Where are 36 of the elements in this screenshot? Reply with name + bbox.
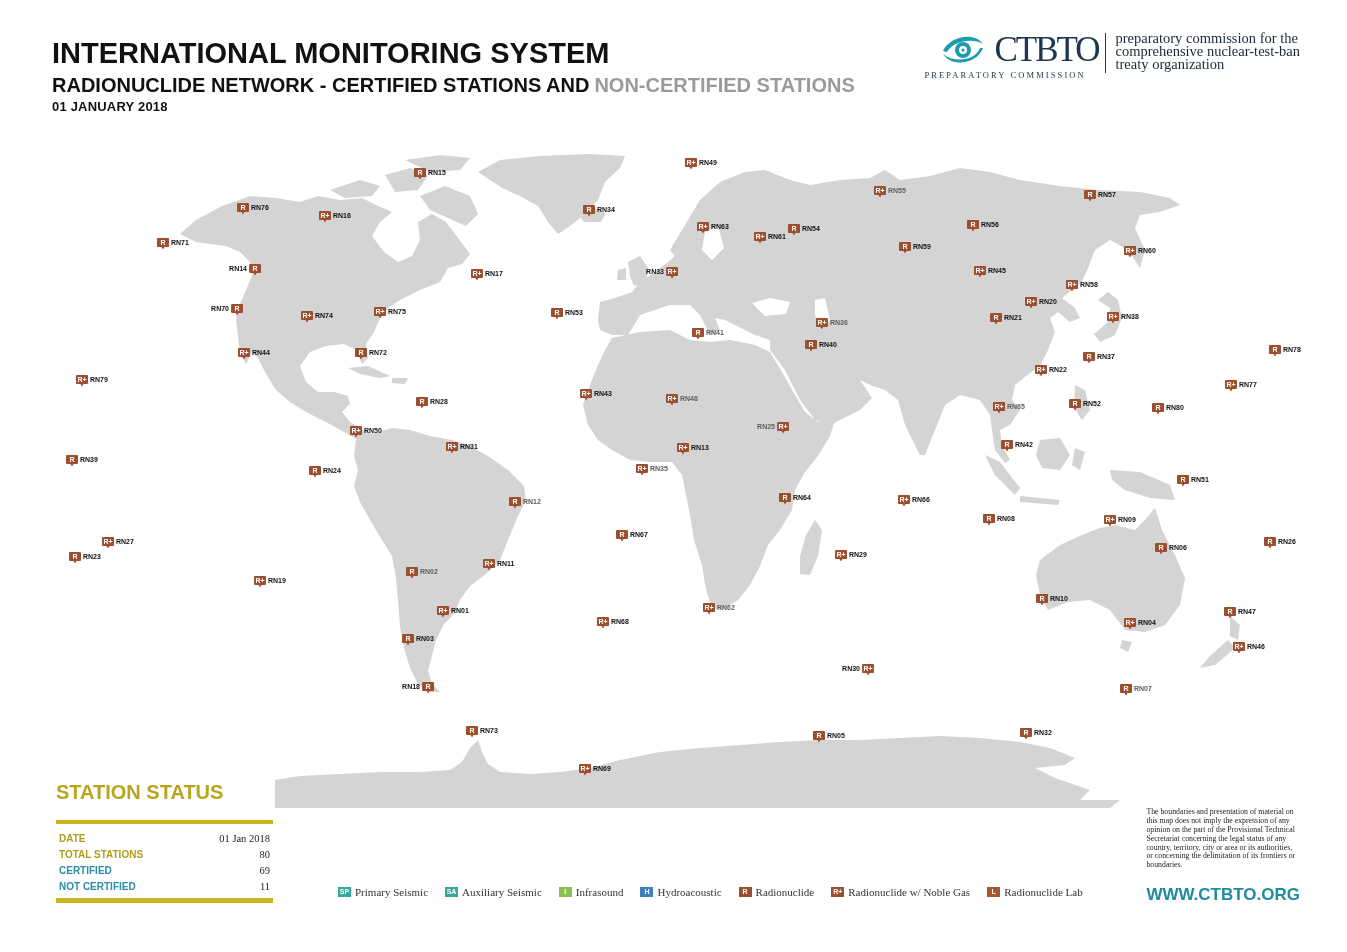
hispaniola-landmass: [392, 378, 408, 384]
legend-label: Primary Seismic: [355, 886, 429, 898]
map-title: INTERNATIONAL MONITORING SYSTEM: [52, 39, 611, 68]
legend-label: Hydroacoustic: [657, 886, 722, 898]
status-label: CERTIFIED: [59, 864, 112, 876]
legend-label: Radionuclide w/ Noble Gas: [848, 886, 971, 898]
map-subtitle-highlight: NON-CERTIFIED STATIONS: [594, 75, 855, 95]
tasmania-landmass: [1120, 640, 1132, 652]
station-status-title: STATION STATUS: [56, 782, 225, 802]
ireland-landmass: [617, 268, 626, 280]
cuba-landmass: [348, 366, 390, 378]
arctic-island-landmass: [330, 180, 380, 198]
legend-label: Infrasound: [575, 886, 624, 898]
logo-description: preparatory commission for the comprehensive nuclear-test-ban treaty organization: [1115, 32, 1300, 71]
website-link[interactable]: WWW.CTBTO.ORG: [1146, 885, 1300, 905]
status-value: 11: [259, 880, 270, 892]
madagascar-landmass: [800, 520, 822, 575]
java-landmass: [1020, 496, 1060, 505]
sulawesi-landmass: [1072, 448, 1085, 470]
map-subtitle: RADIONUCLIDE NETWORK - CERTIFIED STATIONS AND: [52, 75, 590, 95]
sumatra-landmass: [985, 455, 1020, 495]
new-guinea-landmass: [1110, 470, 1175, 500]
status-value: 80: [259, 848, 270, 860]
legend-label: Radionuclide: [755, 886, 815, 898]
status-value: 01 Jan 2018: [219, 832, 270, 844]
logo-tagline: PREPARATORY COMMISSION: [924, 70, 1086, 80]
status-label: NOT CERTIFIED: [59, 880, 136, 892]
legend-label: Radionuclide Lab: [1004, 886, 1083, 898]
logo-wordmark: CTBTO: [994, 32, 1099, 68]
status-label: DATE: [59, 832, 86, 844]
borneo-landmass: [1036, 438, 1070, 470]
status-value: 69: [259, 864, 270, 876]
great-britain-landmass: [628, 256, 648, 286]
status-label: TOTAL STATIONS: [59, 848, 144, 860]
map-date: 01 JANUARY 2018: [52, 100, 169, 113]
legend-label: Auxiliary Seismic: [462, 886, 542, 898]
